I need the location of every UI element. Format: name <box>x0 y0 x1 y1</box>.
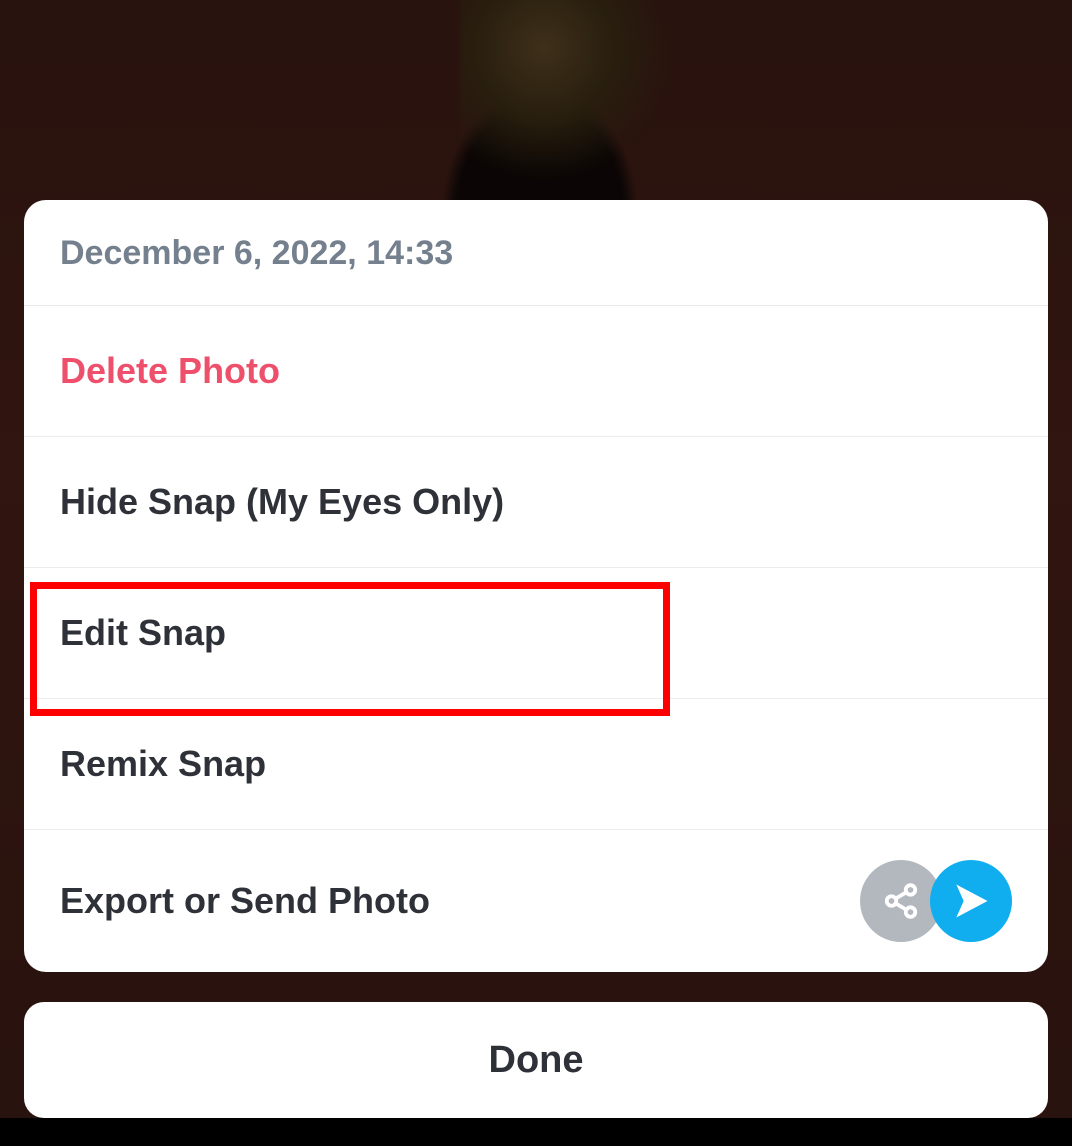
menu-item-label: Edit Snap <box>60 612 226 654</box>
send-icon <box>949 879 993 923</box>
action-sheet: December 6, 2022, 14:33 Delete Photo Hid… <box>24 200 1048 972</box>
send-button[interactable] <box>930 860 1012 942</box>
sheet-timestamp: December 6, 2022, 14:33 <box>24 200 1048 306</box>
export-send-item[interactable]: Export or Send Photo <box>24 830 1048 972</box>
edit-snap-item[interactable]: Edit Snap <box>24 568 1048 699</box>
menu-item-label: Delete Photo <box>60 350 280 392</box>
menu-item-label: Hide Snap (My Eyes Only) <box>60 481 504 523</box>
bottom-strip <box>0 1118 1072 1146</box>
remix-snap-item[interactable]: Remix Snap <box>24 699 1048 830</box>
hide-snap-item[interactable]: Hide Snap (My Eyes Only) <box>24 437 1048 568</box>
done-label: Done <box>489 1039 584 1082</box>
done-button[interactable]: Done <box>24 1002 1048 1118</box>
share-icon <box>882 882 920 920</box>
menu-item-label: Export or Send Photo <box>60 880 430 922</box>
delete-photo-item[interactable]: Delete Photo <box>24 306 1048 437</box>
export-icons <box>860 860 1012 942</box>
menu-item-label: Remix Snap <box>60 743 266 785</box>
